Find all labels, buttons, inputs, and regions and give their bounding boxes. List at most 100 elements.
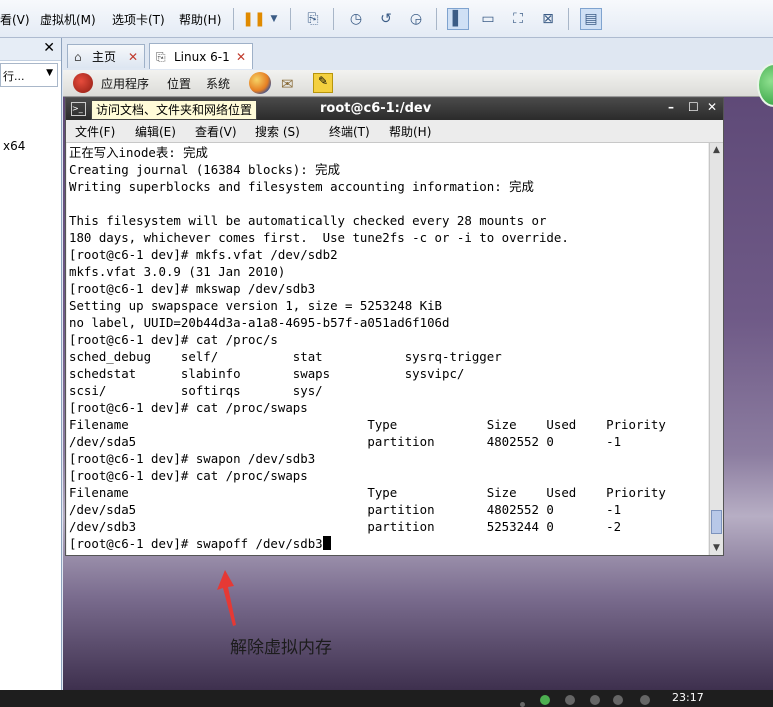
- pause-icon[interactable]: ❚❚: [242, 8, 265, 30]
- annotation-arrow-icon: [217, 570, 236, 626]
- term-menu-terminal[interactable]: 终端(T): [329, 123, 370, 140]
- vmware-menubar: 看(V) 虚拟机(M) 选项卡(T) 帮助(H) ❚❚ ▼ ⎘ ◷ ↺ ◶ ▌ …: [0, 0, 773, 38]
- snapshot-icon[interactable]: ◷: [345, 8, 367, 30]
- thumbnail-bar-icon[interactable]: ▭: [477, 8, 499, 30]
- terminal-line: [root@c6-1 dev]# mkfs.vfat /dev/sdb2: [69, 247, 338, 262]
- term-menu-file[interactable]: 文件(F): [75, 123, 115, 140]
- terminal-prompt-line: [root@c6-1 dev]# swapoff /dev/sdb3: [69, 536, 323, 551]
- chevron-down-icon[interactable]: ▼: [263, 8, 285, 30]
- menu-places[interactable]: 位置: [167, 75, 191, 92]
- terminal-line: [root@c6-1 dev]# swapon /dev/sdb3: [69, 451, 316, 466]
- terminal-window: >_ 访问文档、文件夹和网络位置 root@c6-1:/dev – ☐ ✕ 文件…: [65, 97, 724, 556]
- term-menu-search[interactable]: 搜索 (S): [255, 123, 300, 140]
- term-menu-view[interactable]: 查看(V): [195, 123, 237, 140]
- tab-home-label: 主页: [92, 50, 117, 64]
- terminal-title: root@c6-1:/dev: [320, 101, 432, 116]
- term-menu-edit[interactable]: 编辑(E): [135, 123, 176, 140]
- vm-icon: ⎘: [156, 49, 166, 64]
- terminal-line: [root@c6-1 dev]# cat /proc/swaps: [69, 400, 308, 415]
- menu-applications[interactable]: 应用程序: [101, 75, 149, 92]
- tab-bar: ⌂ 主页 ✕ ⎘ Linux 6-1 ✕: [63, 38, 773, 70]
- revert-snapshot-icon[interactable]: ↺: [375, 8, 397, 30]
- terminal-line: mkfs.vfat 3.0.9 (31 Jan 2010): [69, 264, 286, 279]
- chevron-down-icon[interactable]: ▼: [46, 68, 53, 78]
- terminal-line: /dev/sda5 partition 4802552 0 -1: [69, 434, 622, 449]
- mail-icon[interactable]: ✉: [281, 75, 303, 93]
- library-search-input[interactable]: 行... ▼: [0, 63, 58, 87]
- scroll-thumb[interactable]: [711, 510, 722, 534]
- home-icon: ⌂: [74, 49, 82, 64]
- terminal-line: 180 days, whichever comes first. Use tun…: [69, 230, 569, 245]
- toolbar-separator: [333, 8, 334, 30]
- fullscreen-icon[interactable]: ⛶: [507, 8, 529, 30]
- snapshot-manager-icon[interactable]: ◶: [405, 8, 427, 30]
- scroll-up-icon[interactable]: ▲: [710, 143, 723, 157]
- terminal-line: This filesystem will be automatically ch…: [69, 213, 547, 228]
- terminal-line: [root@c6-1 dev]# cat /proc/s: [69, 332, 278, 347]
- terminal-line: scsi/ softirqs sys/: [69, 383, 323, 398]
- menu-system[interactable]: 系统: [206, 75, 230, 92]
- maximize-icon[interactable]: ☐: [688, 100, 699, 114]
- terminal-line: no label, UUID=20b44d3a-a1a8-4695-b57f-a…: [69, 315, 450, 330]
- terminal-line: schedstat slabinfo swaps sysvipc/: [69, 366, 465, 381]
- scroll-down-icon[interactable]: ▼: [710, 541, 723, 555]
- menu-vm[interactable]: 虚拟机(M): [40, 11, 96, 28]
- show-library-icon[interactable]: ▌: [447, 8, 469, 30]
- tray-icon[interactable]: [565, 695, 575, 705]
- menu-view[interactable]: 看(V): [0, 11, 30, 28]
- terminal-line: /dev/sdb3 partition 5253244 0 -2: [69, 519, 622, 534]
- annotation-label: 解除虚拟内存: [230, 638, 332, 658]
- terminal-icon: >_: [71, 102, 86, 116]
- library-header: ✕: [0, 38, 61, 61]
- terminal-line: Setting up swapspace version 1, size = 5…: [69, 298, 442, 313]
- menu-help[interactable]: 帮助(H): [179, 11, 221, 28]
- host-taskbar: 23:17: [0, 690, 773, 707]
- tray-icon[interactable]: [613, 695, 623, 705]
- terminal-menubar: 文件(F) 编辑(E) 查看(V) 搜索 (S) 终端(T) 帮助(H): [66, 120, 723, 143]
- terminal-line: [root@c6-1 dev]# mkswap /dev/sdb3: [69, 281, 316, 296]
- tooltip: 访问文档、文件夹和网络位置: [91, 100, 258, 120]
- terminal-line: /dev/sda5 partition 4802552 0 -1: [69, 502, 622, 517]
- clock: 23:17: [672, 691, 704, 704]
- tray-icon[interactable]: [540, 695, 550, 705]
- term-menu-help[interactable]: 帮助(H): [389, 123, 431, 140]
- tab-home[interactable]: ⌂ 主页 ✕: [67, 44, 145, 68]
- terminal-line: Filename Type Size Used Priority: [69, 417, 666, 432]
- toolbar-separator: [436, 8, 437, 30]
- console-view-icon[interactable]: ▤: [580, 8, 602, 30]
- unity-icon[interactable]: ⊠: [537, 8, 559, 30]
- terminal-lines: 正在写入inode表: 完成 Creating journal (16384 b…: [67, 143, 708, 552]
- toolbar-separator: [233, 8, 234, 30]
- terminal-scrollbar[interactable]: ▲ ▼: [709, 143, 723, 555]
- note-icon[interactable]: ✎: [313, 73, 333, 93]
- tray-icon[interactable]: [640, 695, 650, 705]
- library-panel: ✕ 行... ▼ x64: [0, 38, 62, 690]
- gnome-top-panel: 应用程序 位置 系统 ✉ ✎: [63, 70, 773, 97]
- tray-icon[interactable]: [520, 702, 525, 707]
- toolbar-separator: [568, 8, 569, 30]
- menu-tabs[interactable]: 选项卡(T): [112, 11, 165, 28]
- minimize-icon[interactable]: –: [668, 100, 674, 114]
- terminal-line: [root@c6-1 dev]# cat /proc/swaps: [69, 468, 308, 483]
- terminal-line: Writing superblocks and filesystem accou…: [69, 179, 534, 194]
- firefox-icon[interactable]: [249, 72, 271, 94]
- close-icon[interactable]: ✕: [43, 40, 55, 56]
- close-icon[interactable]: ✕: [236, 50, 246, 64]
- library-item[interactable]: x64: [3, 139, 25, 153]
- terminal-line: Creating journal (16384 blocks): 完成: [69, 162, 340, 177]
- library-search-text: 行...: [3, 70, 25, 83]
- close-icon[interactable]: ✕: [707, 100, 717, 114]
- terminal-line: 正在写入inode表: 完成: [69, 145, 208, 160]
- terminal-titlebar[interactable]: >_ 访问文档、文件夹和网络位置 root@c6-1:/dev – ☐ ✕: [66, 98, 723, 120]
- close-icon[interactable]: ✕: [128, 50, 138, 64]
- toolbar-separator: [290, 8, 291, 30]
- tab-linux-label: Linux 6-1: [174, 49, 230, 64]
- text-cursor: [322, 536, 331, 550]
- network-icon[interactable]: ⎘: [302, 8, 324, 30]
- terminal-output[interactable]: 正在写入inode表: 完成 Creating journal (16384 b…: [67, 143, 708, 555]
- redhat-icon[interactable]: [73, 73, 93, 93]
- terminal-line: Filename Type Size Used Priority: [69, 485, 666, 500]
- tab-linux[interactable]: ⎘ Linux 6-1 ✕: [149, 43, 253, 69]
- tray-icon[interactable]: [590, 695, 600, 705]
- terminal-line: sched_debug self/ stat sysrq-trigger: [69, 349, 502, 364]
